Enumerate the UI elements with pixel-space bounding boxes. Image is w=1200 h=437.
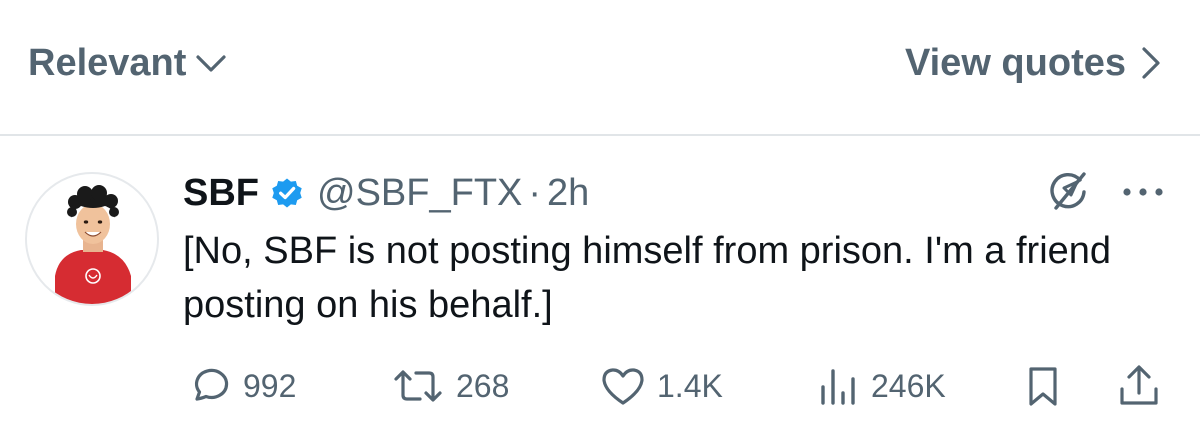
more-icon[interactable] [1118, 180, 1168, 204]
bookmark-icon [1029, 367, 1057, 406]
grok-icon[interactable] [1044, 168, 1092, 216]
tweet-header: SBF @SBF_FTX · 2h [183, 164, 589, 222]
sort-replies-button[interactable]: Relevant [28, 40, 228, 86]
bookmark-button[interactable] [1023, 358, 1063, 414]
separator-dot: · [528, 171, 542, 214]
share-icon [1120, 365, 1158, 405]
views-button[interactable]: 246K [815, 358, 946, 414]
views-icon [821, 369, 855, 405]
author-handle[interactable]: @SBF_FTX [317, 172, 522, 215]
like-button[interactable]: 1.4K [599, 358, 723, 414]
action-bar: 992 268 1.4K 246K [187, 358, 1167, 414]
tweet-text: [No, SBF is not posting himself from pri… [183, 230, 1112, 326]
like-count: 1.4K [657, 367, 723, 404]
share-button[interactable] [1117, 358, 1161, 414]
timestamp[interactable]: 2h [547, 172, 589, 215]
repost-button[interactable]: 268 [390, 358, 509, 414]
divider [0, 134, 1200, 136]
verified-badge-icon [269, 175, 305, 211]
conversation-header: Relevant View quotes [0, 0, 1200, 134]
chevron-right-icon [1142, 47, 1160, 79]
sort-label: Relevant [28, 41, 187, 84]
like-icon [602, 368, 644, 405]
repost-count: 268 [456, 367, 510, 404]
chevron-down-icon [196, 55, 227, 72]
reply-count: 992 [243, 367, 297, 404]
views-count: 246K [871, 367, 946, 404]
avatar-illustration [55, 185, 131, 304]
reply-button[interactable]: 992 [187, 358, 296, 414]
view-quotes-label: View quotes [904, 41, 1126, 84]
author-name[interactable]: SBF [183, 172, 259, 215]
repost-icon [394, 370, 442, 402]
view-quotes-button[interactable]: View quotes [905, 40, 1162, 86]
reply-icon [194, 368, 229, 401]
avatar[interactable] [25, 172, 159, 306]
